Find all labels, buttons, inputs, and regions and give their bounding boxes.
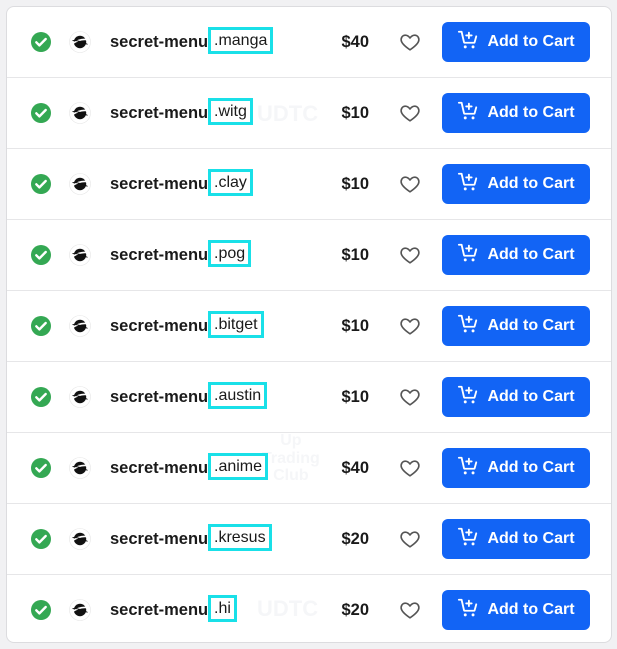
heart-icon[interactable]: [399, 31, 421, 53]
add-to-cart-button[interactable]: Add to Cart: [442, 306, 590, 346]
heart-icon[interactable]: [399, 244, 421, 266]
add-to-cart-label: Add to Cart: [487, 246, 575, 263]
project-logo-icon: [69, 173, 91, 195]
check-circle-icon: [30, 528, 52, 550]
add-to-cart-label: Add to Cart: [487, 459, 575, 476]
cart-plus-icon: [457, 29, 479, 56]
domain-prefix: secret-menu: [110, 33, 209, 51]
heart-icon[interactable]: [399, 173, 421, 195]
project-logo-icon: [69, 31, 91, 53]
domain-tld: .clay: [208, 169, 253, 196]
add-to-cart-button[interactable]: Add to Cart: [442, 235, 590, 275]
domain-prefix: secret-menu: [110, 175, 209, 193]
check-circle-icon: [30, 315, 52, 337]
heart-icon[interactable]: [399, 315, 421, 337]
project-logo-icon: [69, 315, 91, 337]
domain-price: $10: [341, 104, 369, 122]
heart-icon[interactable]: [399, 102, 421, 124]
add-to-cart-button[interactable]: Add to Cart: [442, 164, 590, 204]
domain-row: secret-menu .bitget $10 Add to Cart: [7, 291, 611, 362]
check-circle-icon: [30, 244, 52, 266]
add-to-cart-button[interactable]: Add to Cart: [442, 519, 590, 559]
domain-row: secret-menu .clay $10 Add to Cart: [7, 149, 611, 220]
domain-price: $10: [341, 246, 369, 264]
add-to-cart-label: Add to Cart: [487, 175, 575, 192]
check-circle-icon: [30, 173, 52, 195]
domain-row: secret-menu .anime $40 Add to Cart: [7, 433, 611, 504]
cart-plus-icon: [457, 171, 479, 198]
domain-price: $40: [341, 459, 369, 477]
domain-prefix: secret-menu: [110, 246, 209, 264]
domain-row: secret-menu .kresus $20 Add to Cart: [7, 504, 611, 575]
check-circle-icon: [30, 31, 52, 53]
domain-prefix: secret-menu: [110, 459, 209, 477]
project-logo-icon: [69, 457, 91, 479]
domain-prefix: secret-menu: [110, 388, 209, 406]
domain-tld: .pog: [208, 240, 252, 267]
project-logo-icon: [69, 102, 91, 124]
add-to-cart-button[interactable]: Add to Cart: [442, 22, 590, 62]
domain-prefix: secret-menu: [110, 601, 209, 619]
cart-plus-icon: [457, 313, 479, 340]
add-to-cart-label: Add to Cart: [487, 388, 575, 405]
domain-row: secret-menu .austin $10 Add to Cart: [7, 362, 611, 433]
domain-tld: .witg: [208, 98, 253, 125]
heart-icon[interactable]: [399, 528, 421, 550]
domain-row: secret-menu .hi $20 Add to Cart: [7, 575, 611, 642]
check-circle-icon: [30, 386, 52, 408]
cart-plus-icon: [457, 384, 479, 411]
project-logo-icon: [69, 244, 91, 266]
domain-tld: .manga: [208, 27, 274, 54]
cart-plus-icon: [457, 455, 479, 482]
cart-plus-icon: [457, 526, 479, 553]
add-to-cart-label: Add to Cart: [487, 317, 575, 334]
domain-row: secret-menu .pog $10 Add to Cart: [7, 220, 611, 291]
add-to-cart-label: Add to Cart: [487, 530, 575, 547]
cart-plus-icon: [457, 100, 479, 127]
heart-icon[interactable]: [399, 457, 421, 479]
domain-tld: .hi: [208, 595, 237, 622]
domain-price: $20: [341, 530, 369, 548]
check-circle-icon: [30, 457, 52, 479]
add-to-cart-button[interactable]: Add to Cart: [442, 93, 590, 133]
add-to-cart-label: Add to Cart: [487, 33, 575, 50]
domain-row: secret-menu .manga $40 Add to Cart: [7, 7, 611, 78]
project-logo-icon: [69, 386, 91, 408]
domain-prefix: secret-menu: [110, 530, 209, 548]
add-to-cart-button[interactable]: Add to Cart: [442, 377, 590, 417]
cart-plus-icon: [457, 597, 479, 624]
domain-tld: .austin: [208, 382, 268, 409]
domain-price: $10: [341, 317, 369, 335]
domain-tld: .kresus: [208, 524, 272, 551]
domain-price: $10: [341, 388, 369, 406]
domain-prefix: secret-menu: [110, 317, 209, 335]
add-to-cart-label: Add to Cart: [487, 104, 575, 121]
domain-price: $10: [341, 175, 369, 193]
add-to-cart-label: Add to Cart: [487, 601, 575, 618]
check-circle-icon: [30, 102, 52, 124]
domain-results-card: UDTC Up Trading Club UDTC secret-menu .man…: [6, 6, 612, 643]
add-to-cart-button[interactable]: Add to Cart: [442, 448, 590, 488]
domain-row: secret-menu .witg $10 Add to Cart: [7, 78, 611, 149]
domain-tld: .bitget: [208, 311, 264, 338]
project-logo-icon: [69, 528, 91, 550]
domain-prefix: secret-menu: [110, 104, 209, 122]
domain-tld: .anime: [208, 453, 269, 480]
heart-icon[interactable]: [399, 599, 421, 621]
project-logo-icon: [69, 599, 91, 621]
cart-plus-icon: [457, 242, 479, 269]
heart-icon[interactable]: [399, 386, 421, 408]
domain-price: $40: [341, 33, 369, 51]
check-circle-icon: [30, 599, 52, 621]
domain-price: $20: [341, 601, 369, 619]
add-to-cart-button[interactable]: Add to Cart: [442, 590, 590, 630]
